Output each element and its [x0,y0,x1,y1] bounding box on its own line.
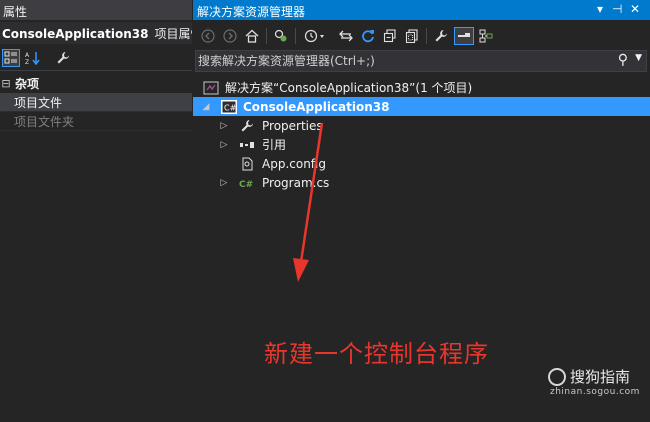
category-label: 杂项 [15,77,40,91]
refresh-icon [362,30,374,43]
object-name: ConsoleApplication38 [2,27,149,41]
refresh-button[interactable] [360,27,376,45]
expand-arrow-icon[interactable]: ▷ [219,121,229,131]
show-all-files-button[interactable] [404,27,420,45]
alphabetical-sort-icon: A Z [25,52,40,65]
tree-item-solution[interactable]: 解决方案“ConsoleApplication38”(1 个项目) [193,78,650,97]
properties-title: 属性 [3,5,28,19]
class-diagram-button[interactable] [478,27,494,45]
tree-item-references[interactable]: ▷ 引用 [193,135,650,154]
search-icon[interactable]: ⚲ [618,52,628,68]
annotation-text: 新建一个控制台程序 [264,340,489,368]
toolbar-divider [295,28,296,44]
sogou-logo-icon [548,368,566,386]
property-pages-button[interactable] [54,49,72,67]
csharp-project-icon: C# [221,99,237,114]
wrench-icon [239,119,255,133]
tree-item-project[interactable]: ◢ C# ConsoleApplication38 [193,97,650,116]
pin-icon[interactable]: ⊣ [612,2,622,16]
svg-text:C#: C# [239,180,253,189]
svg-text:Z: Z [25,59,29,65]
class-diagram-icon [479,29,493,43]
sync-icon [274,29,287,42]
object-type: 项目属性 [154,27,192,41]
home-icon [245,29,259,43]
property-project-folder[interactable]: 项目文件夹 [0,112,192,131]
project-label: ConsoleApplication38 [243,99,390,114]
properties-panel: 属性 ConsoleApplication38 项目属性 A Z [0,0,192,422]
object-selector[interactable]: ConsoleApplication38 项目属性 [0,22,192,44]
collapse-all-nodes-button[interactable] [382,27,398,45]
tree-item-label: Program.cs [262,175,330,190]
category-misc[interactable]: ⊟ 杂项 [0,74,192,93]
tree-item-app-config[interactable]: App.config [193,154,650,173]
collapse-icon[interactable]: ⊟ [0,77,12,90]
properties-toolbar: A Z [0,47,192,69]
solution-explorer-toolbar [193,24,650,48]
close-icon[interactable]: ✕ [630,2,640,16]
solution-icon [203,81,219,95]
toolbar-divider [266,28,267,44]
wrench-icon [435,30,447,42]
home-button[interactable] [244,27,260,45]
preview-selected-items-button[interactable] [454,27,474,45]
solution-label: 解决方案“ConsoleApplication38”(1 个项目) [225,81,473,95]
references-icon [239,138,255,152]
history-dropdown-icon [304,29,324,43]
csharp-file-icon: C# [239,176,255,190]
svg-text:C#: C# [224,103,237,112]
tree-item-label: 引用 [262,138,287,152]
properties-button[interactable] [433,27,449,45]
collapse-all-button[interactable] [338,27,354,45]
collapse-all-icon [383,29,396,43]
search-input[interactable] [198,52,618,70]
tree-item-label: Properties [262,118,323,133]
alphabetical-button[interactable]: A Z [24,49,42,67]
expand-arrow-icon[interactable]: ▷ [219,140,229,150]
forward-icon [223,29,237,43]
preview-icon [458,33,470,37]
show-all-files-icon [405,29,418,43]
solution-explorer-title: 解决方案资源管理器 [197,5,306,19]
tree-item-program-cs[interactable]: ▷ C# Program.cs [193,173,650,192]
categorized-icon [4,51,17,64]
toolbar-divider [426,28,427,44]
collapse-arrow-icon[interactable]: ◢ [201,102,211,112]
pending-changes-filter-button[interactable] [303,27,327,45]
config-file-icon [239,157,255,171]
property-grid: ⊟ 杂项 项目文件 项目文件夹 [0,74,192,131]
watermark-name: 搜狗指南 [570,368,631,386]
solution-search-box[interactable]: ⚲ ▼ [195,50,647,72]
swap-arrows-icon [339,30,353,42]
expand-arrow-icon[interactable]: ▷ [219,178,229,188]
solution-explorer-title-bar: 解决方案资源管理器 ▾ ⊣ ✕ [193,0,650,20]
search-options-dropdown-icon[interactable]: ▼ [635,53,642,63]
back-icon [201,29,215,43]
watermark: 搜狗指南 zhinan.sogou.com [548,366,644,400]
toolbar-separator [0,70,192,71]
properties-title-bar: 属性 [0,0,192,20]
property-project-file[interactable]: 项目文件 [0,93,192,112]
watermark-url: zhinan.sogou.com [550,387,640,397]
property-label: 项目文件夹 [14,114,75,129]
tree-item-properties[interactable]: ▷ Properties [193,116,650,135]
back-button[interactable] [201,27,215,45]
wrench-icon [57,52,69,64]
svg-text:A: A [25,52,30,59]
property-label: 项目文件 [14,95,63,110]
categorized-button[interactable] [2,49,20,67]
forward-button[interactable] [223,27,237,45]
sync-active-document-button[interactable] [273,27,289,45]
tree-item-label: App.config [262,156,326,171]
window-menu-dropdown-icon[interactable]: ▾ [597,2,603,16]
